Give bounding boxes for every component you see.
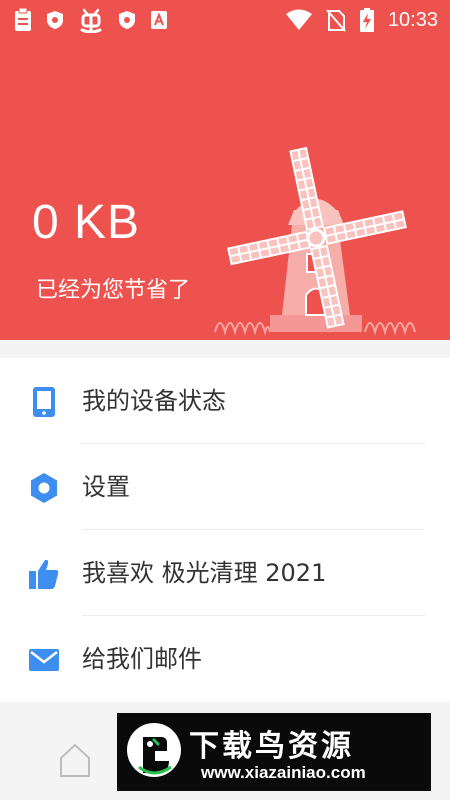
app-a-icon — [151, 11, 167, 29]
home-icon[interactable] — [58, 742, 92, 778]
shield-icon — [119, 11, 135, 29]
clipboard-icon — [15, 8, 31, 31]
menu-item-label: 给我们邮件 — [82, 645, 202, 673]
clock-time: 10:33 — [387, 9, 438, 31]
menu-item-label: 我喜欢 极光清理 2021 — [82, 559, 327, 587]
shield-icon — [47, 11, 63, 29]
wifi-icon — [285, 9, 312, 30]
bug-icon — [80, 8, 102, 33]
savings-header: 0 KB 已经为您节省了 — [0, 40, 450, 340]
settings-menu: 我的设备状态 设置 我喜欢 极光清理 2021 给我们邮件 — [0, 358, 450, 702]
phone-icon — [33, 387, 55, 417]
settings-icon — [31, 473, 57, 503]
watermark-title: 下载鸟资源 — [189, 729, 354, 764]
system-icons: 10:33 — [285, 7, 438, 33]
menu-item-device-status[interactable]: 我的设备状态 — [0, 358, 450, 444]
saved-caption: 已经为您节省了 — [36, 278, 191, 303]
menu-item-label: 设置 — [82, 473, 130, 501]
menu-item-settings[interactable]: 设置 — [0, 444, 450, 530]
watermark-url: www.xiazainiao.com — [201, 763, 366, 782]
menu-item-email-us[interactable]: 给我们邮件 — [0, 616, 450, 702]
bird-logo — [127, 723, 181, 777]
status-bar: 10:33 — [0, 0, 450, 40]
mail-icon — [29, 649, 59, 671]
menu-item-like-app[interactable]: 我喜欢 极光清理 2021 — [0, 530, 450, 616]
windmill-illustration — [214, 146, 416, 336]
thumbs-up-icon — [29, 559, 59, 589]
no-sim-icon — [326, 9, 346, 32]
watermark-banner: 下载鸟资源 www.xiazainiao.com — [117, 713, 431, 791]
notification-icons — [14, 7, 168, 33]
menu-item-label: 我的设备状态 — [82, 387, 226, 415]
saved-value: 0 KB — [32, 196, 141, 249]
battery-charging-icon — [359, 8, 374, 32]
